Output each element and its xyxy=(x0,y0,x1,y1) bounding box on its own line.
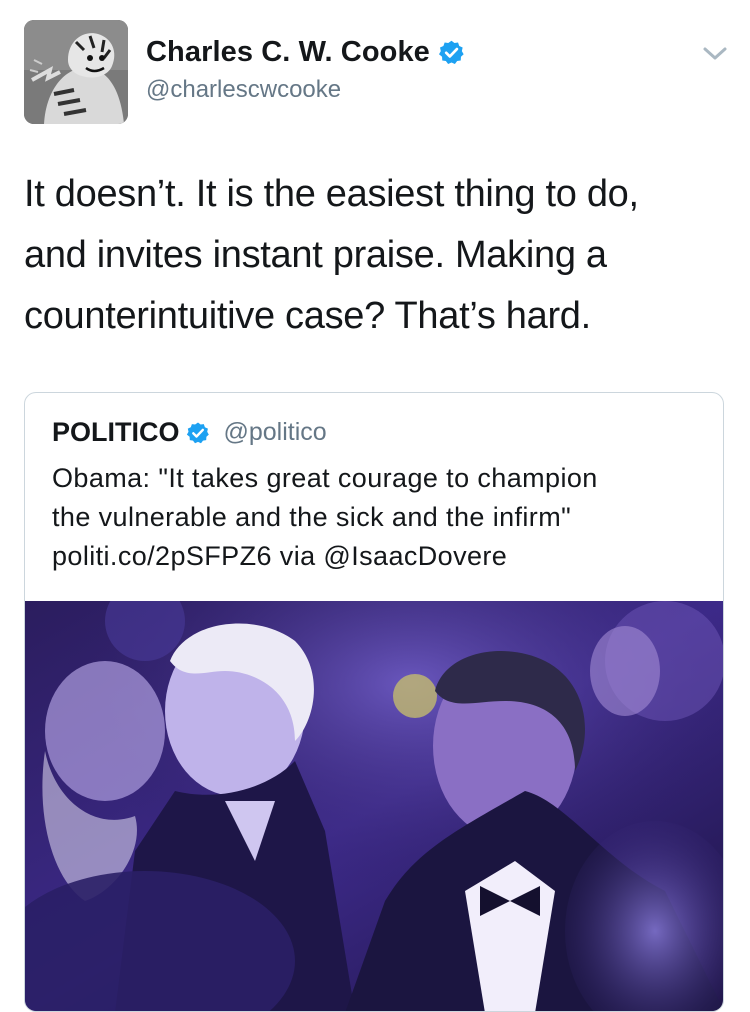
event-audience-photo-icon xyxy=(25,601,723,1011)
quoted-display-name[interactable]: POLITICO xyxy=(52,417,180,448)
author-avatar[interactable] xyxy=(24,20,128,124)
quoted-text-line[interactable]: politi.co/2pSFPZ6 via @IsaacDovere xyxy=(52,537,702,576)
tweet: Charles C. W. Cooke @charlescwcooke It d… xyxy=(0,0,750,1012)
quoted-text: Obama: "It takes great courage to champi… xyxy=(52,459,702,576)
author-name-row[interactable]: Charles C. W. Cooke xyxy=(146,36,465,69)
tweet-text-line: and invites instant praise. Making a xyxy=(24,234,607,276)
quoted-handle[interactable]: @politico xyxy=(224,418,327,447)
verified-badge-icon xyxy=(438,40,464,64)
author-handle[interactable]: @charlescwcooke xyxy=(146,76,341,104)
quoted-media-photo[interactable] xyxy=(25,601,723,1011)
chevron-down-icon[interactable] xyxy=(702,44,728,64)
tweet-text: It doesn’t. It is the easiest thing to d… xyxy=(24,164,724,347)
verified-badge-icon xyxy=(186,422,209,443)
quoted-text-line: the vulnerable and the sick and the infi… xyxy=(52,502,572,532)
tiger-avatar-icon xyxy=(24,20,128,124)
quoted-header: POLITICO @politico xyxy=(52,417,327,448)
tweet-text-line: counterintuitive case? That’s hard. xyxy=(24,295,591,337)
quoted-text-line: Obama: "It takes great courage to champi… xyxy=(52,463,598,493)
author-display-name[interactable]: Charles C. W. Cooke xyxy=(146,36,430,69)
tweet-text-line: It doesn’t. It is the easiest thing to d… xyxy=(24,173,639,215)
quoted-tweet[interactable]: POLITICO @politico Obama: "It takes grea… xyxy=(24,392,724,1012)
